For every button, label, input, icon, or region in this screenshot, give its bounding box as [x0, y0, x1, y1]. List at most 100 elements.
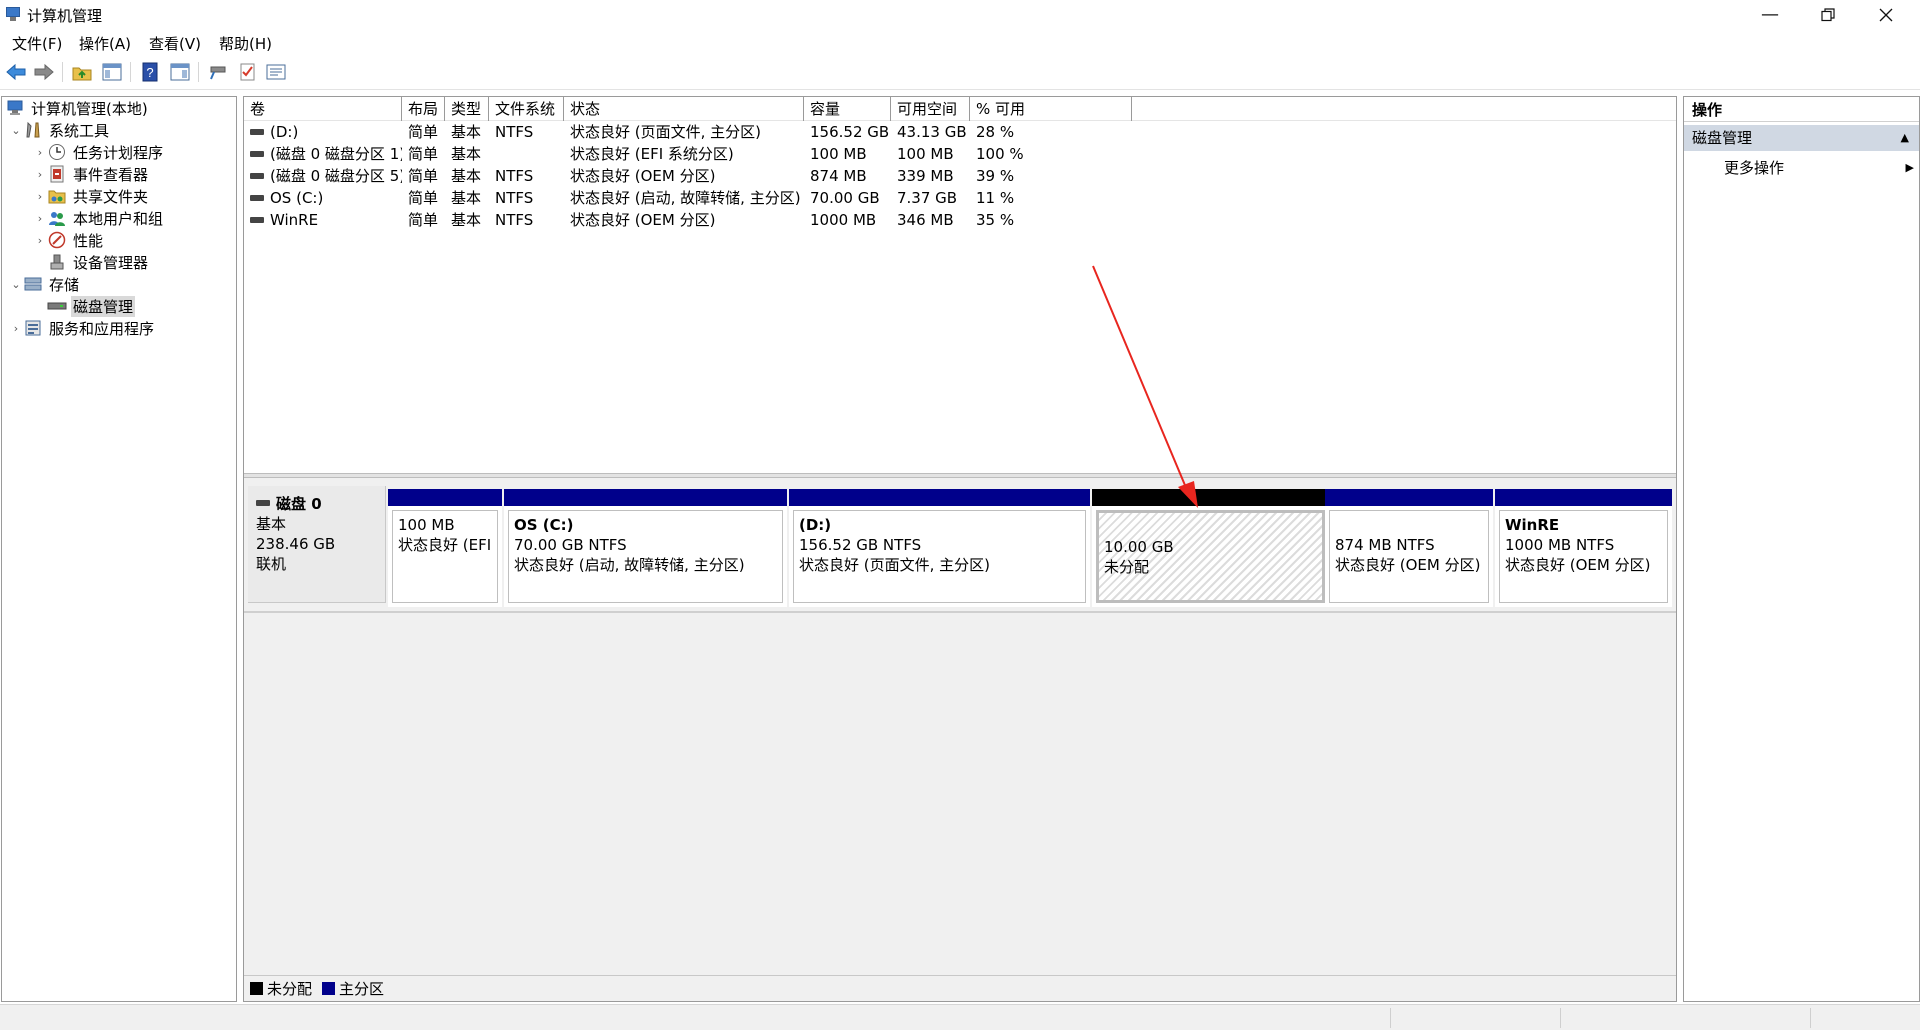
console-tree-icon	[102, 63, 122, 81]
tree-item-disk-management[interactable]: 磁盘管理	[47, 295, 136, 317]
disk-type: 基本	[256, 515, 287, 533]
restore-button[interactable]	[1800, 0, 1856, 29]
minimize-button[interactable]: —	[1742, 0, 1798, 29]
performance-icon	[47, 231, 67, 249]
disk-name: 磁盘 0	[276, 495, 322, 513]
close-button[interactable]	[1858, 0, 1914, 29]
event-viewer-icon	[47, 165, 67, 183]
column-header-type[interactable]: 类型	[445, 97, 489, 121]
tree-item-system-tools[interactable]: ⌄ 系统工具	[9, 119, 111, 141]
disk-size: 238.46 GB	[256, 535, 336, 553]
column-header-layout[interactable]: 布局	[402, 97, 445, 121]
volume-icon	[250, 128, 264, 135]
volume-list-header: 卷 布局 类型 文件系统 状态 容量 可用空间 % 可用	[244, 97, 1676, 121]
disk-status: 联机	[256, 555, 287, 573]
help-button[interactable]: ?	[138, 61, 162, 83]
partition-os-c[interactable]: OS (C:) 70.00 GB NTFS 状态良好 (启动, 故障转储, 主分…	[504, 489, 787, 607]
up-folder-button[interactable]	[70, 61, 94, 83]
chevron-down-icon[interactable]: ⌄	[9, 278, 23, 291]
chevron-right-icon[interactable]: ›	[33, 168, 47, 181]
tree-item-local-users[interactable]: › 本地用户和组	[33, 207, 165, 229]
volume-icon	[250, 194, 264, 201]
clock-icon	[47, 143, 67, 161]
properties-button[interactable]	[264, 61, 288, 83]
tree-item-shared-folders[interactable]: › 共享文件夹	[33, 185, 150, 207]
disk-management-pane: 卷 布局 类型 文件系统 状态 容量 可用空间 % 可用 (D:) 简单 基本 …	[243, 96, 1677, 1002]
tree-item-services[interactable]: › 服务和应用程序	[9, 317, 156, 339]
column-header-filesystem[interactable]: 文件系统	[489, 97, 564, 121]
actions-pane: 操作 磁盘管理 ▲ 更多操作 ▶	[1683, 96, 1920, 1002]
volume-row[interactable]: (磁盘 0 磁盘分区 1) 简单 基本 状态良好 (EFI 系统分区) 100 …	[244, 143, 1676, 165]
menu-bar: 文件(F) 操作(A) 查看(V) 帮助(H)	[0, 29, 1920, 56]
column-header-free-space[interactable]: 可用空间	[891, 97, 970, 121]
menu-view[interactable]: 查看(V)	[149, 33, 201, 54]
partition-winre[interactable]: WinRE 1000 MB NTFS 状态良好 (OEM 分区)	[1495, 489, 1672, 607]
tree-item-device-manager[interactable]: 设备管理器	[47, 251, 150, 273]
partition-efi[interactable]: 100 MB 状态良好 (EFI 系统分区)	[388, 489, 502, 607]
volume-row[interactable]: OS (C:) 简单 基本 NTFS 状态良好 (启动, 故障转储, 主分区) …	[244, 187, 1676, 209]
computer-management-icon	[4, 6, 22, 22]
back-button[interactable]	[4, 61, 28, 83]
storage-icon	[23, 275, 43, 293]
disk-0-label[interactable]: 磁盘 0 基本 238.46 GB 联机	[248, 486, 386, 603]
shared-folder-icon	[47, 187, 67, 205]
volume-list: 卷 布局 类型 文件系统 状态 容量 可用空间 % 可用 (D:) 简单 基本 …	[244, 97, 1676, 473]
window-title: 计算机管理	[27, 7, 103, 25]
svg-text:?: ?	[146, 65, 153, 80]
forward-button[interactable]	[32, 61, 56, 83]
actions-section-disk-management[interactable]: 磁盘管理 ▲	[1684, 125, 1919, 151]
tree-item-storage[interactable]: ⌄ 存储	[9, 273, 81, 295]
more-actions-item[interactable]: 更多操作 ▶	[1724, 157, 1914, 179]
tools-icon	[23, 121, 43, 139]
volume-row[interactable]: (磁盘 0 磁盘分区 5) 简单 基本 NTFS 状态良好 (OEM 分区) 8…	[244, 165, 1676, 187]
volume-icon	[250, 172, 264, 179]
tree-item-event-viewer[interactable]: › 事件查看器	[33, 163, 150, 185]
users-icon	[47, 209, 67, 227]
show-hide-tree-button[interactable]	[100, 61, 124, 83]
actions-title: 操作	[1684, 97, 1919, 122]
tree-item-root[interactable]: 计算机管理(本地)	[5, 97, 150, 119]
forward-arrow-icon	[34, 63, 54, 81]
check-button[interactable]	[236, 61, 260, 83]
menu-file[interactable]: 文件(F)	[12, 33, 62, 54]
legend-unallocated: 未分配	[250, 978, 312, 999]
chevron-down-icon[interactable]: ⌄	[9, 124, 23, 137]
toolbar: ?	[0, 56, 1920, 90]
menu-action[interactable]: 操作(A)	[79, 33, 131, 54]
chevron-right-icon[interactable]: ›	[33, 212, 47, 225]
column-header-capacity[interactable]: 容量	[804, 97, 891, 121]
back-arrow-icon	[6, 63, 26, 81]
partition-d[interactable]: (D:) 156.52 GB NTFS 状态良好 (页面文件, 主分区)	[789, 489, 1090, 607]
column-header-status[interactable]: 状态	[564, 97, 804, 121]
folder-up-icon	[72, 67, 92, 81]
action-pane-icon	[170, 63, 190, 81]
chevron-right-icon[interactable]: ›	[33, 190, 47, 203]
chevron-right-icon[interactable]: ›	[33, 146, 47, 159]
disk-connect-icon	[210, 66, 226, 80]
volume-icon	[250, 150, 264, 157]
chevron-right-icon[interactable]: ›	[33, 234, 47, 247]
submenu-triangle-icon: ▶	[1905, 161, 1914, 174]
volume-row[interactable]: (D:) 简单 基本 NTFS 状态良好 (页面文件, 主分区) 156.52 …	[244, 121, 1676, 143]
partition-unallocated[interactable]: 10.00 GB 未分配	[1092, 489, 1329, 607]
volume-icon	[250, 216, 264, 223]
volume-row[interactable]: WinRE 简单 基本 NTFS 状态良好 (OEM 分区) 1000 MB 3…	[244, 209, 1676, 231]
tree-item-task-scheduler[interactable]: › 任务计划程序	[33, 141, 165, 163]
collapse-triangle-icon[interactable]: ▲	[1901, 125, 1909, 151]
chevron-right-icon[interactable]: ›	[9, 322, 23, 335]
disk-management-icon	[47, 297, 67, 315]
close-icon	[1879, 8, 1893, 21]
menu-help[interactable]: 帮助(H)	[219, 33, 272, 54]
show-hide-action-pane-button[interactable]	[168, 61, 192, 83]
device-manager-icon	[47, 253, 67, 271]
checklist-icon	[240, 63, 255, 81]
status-bar	[0, 1004, 1920, 1030]
column-header-percent-free[interactable]: % 可用	[970, 97, 1132, 121]
computer-management-icon	[5, 99, 25, 117]
disk-map: 磁盘 0 基本 238.46 GB 联机 100 MB 状态良好 (EFI 系统…	[244, 478, 1676, 979]
column-header-volume[interactable]: 卷	[244, 97, 402, 121]
partition-oem[interactable]: 874 MB NTFS 状态良好 (OEM 分区)	[1325, 489, 1493, 607]
connect-button[interactable]	[206, 61, 230, 83]
legend: 未分配 主分区	[244, 975, 1676, 1001]
tree-item-performance[interactable]: › 性能	[33, 229, 105, 251]
